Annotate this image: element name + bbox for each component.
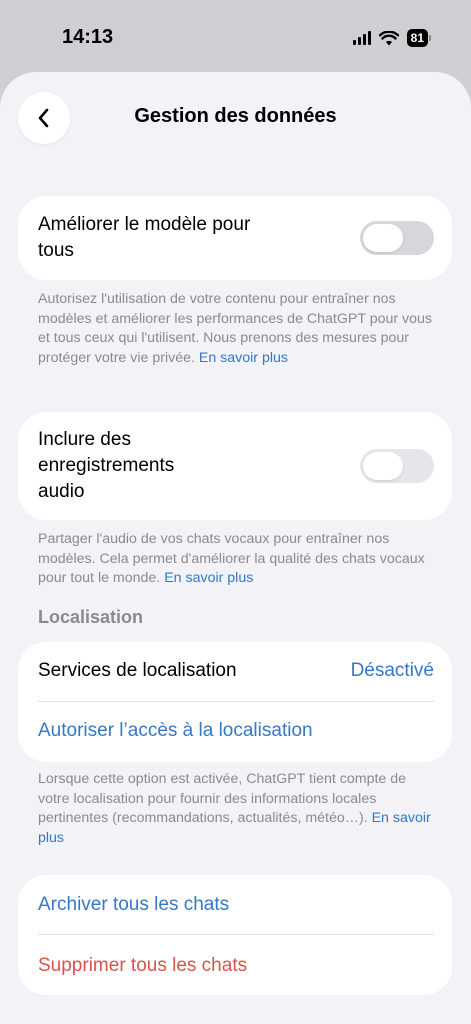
status-time: 14:13 xyxy=(62,26,114,48)
location-services-value[interactable]: Désactivé xyxy=(351,660,434,682)
status-icons: 81 xyxy=(352,28,431,48)
wifi-icon xyxy=(378,30,399,45)
location-section-header: Localisation xyxy=(38,607,144,627)
divider xyxy=(38,701,434,702)
chats-card: Archiver tous les chats Supprimer tous l… xyxy=(18,875,452,995)
battery-level: 81 xyxy=(406,29,428,47)
status-bar: 14:13 81 xyxy=(0,0,471,72)
toggle-knob xyxy=(363,224,403,252)
audio-recordings-label: Inclure des enregistrements audio xyxy=(38,429,175,502)
improve-model-description: Autorisez l'utilisation de votre contenu… xyxy=(38,291,433,366)
archive-all-chats-button[interactable]: Archiver tous les chats xyxy=(38,894,229,916)
audio-recordings-card: Inclure des enregistrements audio xyxy=(18,412,452,520)
toggle-knob xyxy=(363,452,403,480)
audio-recordings-toggle[interactable] xyxy=(360,449,434,483)
delete-all-chats-button[interactable]: Supprimer tous les chats xyxy=(38,955,247,977)
divider xyxy=(38,934,434,935)
audio-recordings-description: Partager l'audio de vos chats vocaux pou… xyxy=(38,531,425,586)
location-description: Lorsque cette option est activée, ChatGP… xyxy=(38,771,431,846)
improve-model-label: Améliorer le modèle pour tous xyxy=(38,214,251,261)
improve-model-toggle[interactable] xyxy=(360,221,434,255)
allow-location-access-button[interactable]: Autoriser l’accès à la localisation xyxy=(38,720,313,742)
location-services-label[interactable]: Services de localisation xyxy=(38,660,237,682)
learn-more-link[interactable]: En savoir plus xyxy=(164,570,253,586)
improve-model-card: Améliorer le modèle pour tous xyxy=(18,196,452,280)
data-controls-sheet: Gestion des données Améliorer le modèle … xyxy=(0,72,471,1024)
battery-icon: 81 xyxy=(406,29,431,47)
learn-more-link[interactable]: En savoir plus xyxy=(199,350,288,366)
location-card: Services de localisation Désactivé Autor… xyxy=(18,642,452,762)
cellular-signal-icon xyxy=(352,31,371,45)
page-title: Gestion des données xyxy=(134,105,337,127)
